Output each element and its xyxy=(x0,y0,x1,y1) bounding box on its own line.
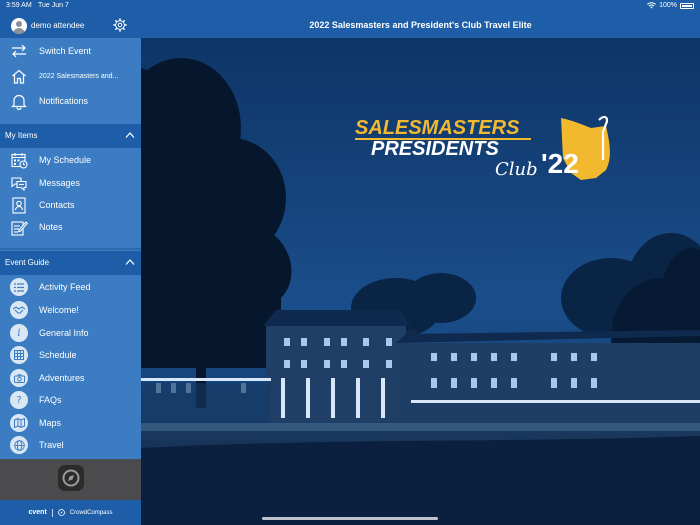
avatar[interactable] xyxy=(11,18,27,34)
nav-activity-feed[interactable]: Activity Feed xyxy=(0,276,141,298)
handshake-icon xyxy=(10,301,28,319)
page-title: 2022 Salesmasters and President's Club T… xyxy=(309,20,532,30)
status-date: Tue Jun 7 xyxy=(38,2,69,9)
crowdcompass-brand: CrowdCompass xyxy=(69,509,113,516)
battery-percent: 100% xyxy=(659,2,677,9)
divider xyxy=(0,248,141,250)
nav-switch-event[interactable]: Switch Event xyxy=(0,40,141,62)
list-icon xyxy=(10,278,28,296)
nav-general-info[interactable]: i General Info xyxy=(0,322,141,344)
user-name[interactable]: demo attendee xyxy=(31,21,84,30)
nav-label: FAQs xyxy=(39,395,62,405)
nav-label: Schedule xyxy=(39,350,77,360)
bell-icon xyxy=(10,92,28,110)
section-title: My Items xyxy=(5,131,38,140)
user-row[interactable]: demo attendee xyxy=(0,13,141,38)
event-app-logo-block xyxy=(0,459,141,500)
nav-label: Switch Event xyxy=(39,46,92,56)
globe-icon xyxy=(10,436,28,454)
status-bar: 3:59 AM Tue Jun 7 100% xyxy=(0,0,700,13)
nav-label: Messages xyxy=(39,178,81,188)
nav-faqs[interactable]: ? FAQs xyxy=(0,389,141,411)
top-bar: 2022 Salesmasters and President's Club T… xyxy=(141,13,700,38)
nav-label: Welcome! xyxy=(39,305,79,315)
nav-welcome[interactable]: Welcome! xyxy=(0,299,141,321)
logo-script: Club xyxy=(495,159,538,180)
main-content: 2022 Salesmasters and President's Club T… xyxy=(141,13,700,525)
camera-icon xyxy=(10,369,28,387)
chat-icon xyxy=(10,174,28,192)
question-icon: ? xyxy=(10,391,28,409)
nav-label: General Info xyxy=(39,328,89,338)
gear-icon[interactable] xyxy=(113,18,127,32)
cvent-brand: cvent xyxy=(28,509,47,516)
section-title: Event Guide xyxy=(5,258,50,267)
status-time: 3:59 AM xyxy=(6,2,32,9)
nav-label: Maps xyxy=(39,418,62,428)
section-event-guide[interactable]: Event Guide xyxy=(0,251,141,275)
nav-label: Travel xyxy=(39,440,64,450)
sidebar: demo attendee Switch Event 2022 Salesmas… xyxy=(0,13,141,525)
nav-event-home[interactable]: 2022 Salesmasters and... xyxy=(0,65,141,87)
calendar-icon xyxy=(10,151,28,169)
contact-card-icon xyxy=(10,196,28,214)
nav-label: 2022 Salesmasters and... xyxy=(39,72,119,80)
nav-label: Notifications xyxy=(39,96,89,106)
wifi-icon xyxy=(647,2,657,9)
nav-contacts[interactable]: Contacts xyxy=(0,194,141,216)
logo-year: '22 xyxy=(541,148,579,179)
footer-branding: cvent CrowdCompass xyxy=(0,500,141,525)
nav-my-schedule[interactable]: My Schedule xyxy=(0,149,141,171)
home-icon xyxy=(10,67,28,85)
logo-line-1: SALESMASTERS xyxy=(355,117,520,139)
nav-label: Adventures xyxy=(39,373,85,383)
compass-logo-icon xyxy=(58,465,84,491)
home-indicator[interactable] xyxy=(262,517,438,520)
crowdcompass-logo-icon xyxy=(57,509,65,516)
nav-label: Notes xyxy=(39,222,63,232)
nav-notes[interactable]: Notes xyxy=(0,216,141,238)
nav-adventures[interactable]: Adventures xyxy=(0,367,141,389)
section-my-items[interactable]: My Items xyxy=(0,124,141,148)
nav-maps[interactable]: Maps xyxy=(0,412,141,434)
grid-icon xyxy=(10,346,28,364)
nav-label: My Schedule xyxy=(39,155,92,165)
nav-travel[interactable]: Travel xyxy=(0,434,141,456)
battery-icon xyxy=(680,2,694,9)
switch-arrows-icon xyxy=(10,42,28,60)
logo-line-2: PRESIDENTS xyxy=(371,138,499,160)
nav-messages[interactable]: Messages xyxy=(0,172,141,194)
event-banner-image: SALESMASTERS PRESIDENTS Club '22 xyxy=(141,38,700,525)
nav-notifications[interactable]: Notifications xyxy=(0,90,141,112)
map-icon xyxy=(10,414,28,432)
status-right: 100% xyxy=(647,2,694,9)
chevron-up-icon[interactable] xyxy=(125,258,135,266)
chevron-up-icon[interactable] xyxy=(125,131,135,139)
nav-schedule[interactable]: Schedule xyxy=(0,344,141,366)
nav-label: Activity Feed xyxy=(39,282,91,292)
nav-label: Contacts xyxy=(39,200,75,210)
note-pencil-icon xyxy=(10,218,28,236)
footer-separator xyxy=(51,508,53,517)
info-icon: i xyxy=(10,324,28,342)
